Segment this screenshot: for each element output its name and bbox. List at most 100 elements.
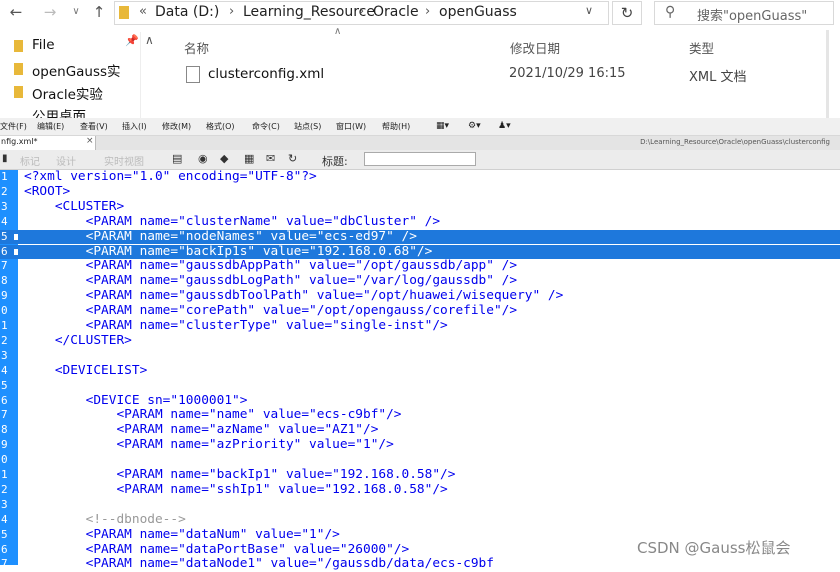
code-text: <PARAM name="backIp1" value="192.168.0.5… (24, 467, 456, 482)
file-date: 2021/10/29 16:15 (509, 66, 626, 81)
line-number: 5 (1, 229, 8, 243)
back-arrow-icon[interactable]: ← (6, 2, 26, 22)
code-line[interactable]: 6 <DEVICE sn="1000001"> (0, 393, 840, 409)
debug-icon[interactable]: ◆ (220, 152, 228, 165)
menu-insert[interactable]: 插入(I) (122, 121, 147, 132)
refresh-icon[interactable]: ↻ (612, 1, 642, 25)
breadcrumb-separator-icon: › (229, 4, 235, 19)
code-line[interactable]: 8 <PARAM name="gaussdbLogPath" value="/v… (0, 273, 840, 289)
close-icon[interactable]: × (86, 136, 94, 146)
recent-dropdown-icon[interactable]: ∨ (66, 2, 86, 22)
menu-file[interactable]: 文件(F) (0, 121, 27, 132)
code-line[interactable]: 4 <!--dbnode--> (0, 512, 840, 528)
code-line[interactable]: 9 <PARAM name="azPriority" value="1"/> (0, 437, 840, 453)
line-number: 1 (1, 468, 8, 481)
breadcrumb-drive[interactable]: Data (D:) (155, 4, 219, 20)
menu-modify[interactable]: 修改(M) (162, 121, 191, 132)
code-line[interactable]: 0 <PARAM name="corePath" value="/opt/ope… (0, 303, 840, 319)
code-view-icon[interactable]: ▮ (2, 153, 8, 164)
menu-site[interactable]: 站点(S) (294, 121, 321, 132)
layout-icon[interactable]: ▦▾ (436, 121, 449, 131)
menu-window[interactable]: 窗口(W) (336, 121, 366, 132)
column-header-date[interactable]: 修改日期 (510, 38, 560, 57)
code-line[interactable]: 6 <PARAM name="backIp1s" value="192.168.… (0, 244, 840, 260)
refresh-icon[interactable]: ↻ (288, 152, 297, 165)
inspect-icon[interactable]: ▤ (172, 152, 182, 165)
address-bar[interactable]: « Data (D:) › Learning_Resource › Oracle… (114, 1, 609, 25)
line-number: 5 (1, 527, 8, 541)
code-line[interactable]: 7 <PARAM name="gaussdbAppPath" value="/o… (0, 258, 840, 274)
split-button[interactable]: 标记 (20, 153, 40, 168)
code-line[interactable]: 2 <ROOT> (0, 184, 840, 200)
forward-arrow-icon[interactable]: → (40, 2, 60, 22)
sidebar-item-opengauss[interactable]: openGauss实 (14, 60, 121, 80)
line-number: 9 (1, 289, 8, 303)
line-number: 8 (1, 274, 8, 288)
line-number: 4 (1, 512, 8, 526)
line-number: 9 (1, 438, 8, 452)
code-line[interactable]: 1 <PARAM name="backIp1" value="192.168.0… (0, 467, 840, 483)
pin-icon[interactable]: 📌 (125, 34, 139, 47)
code-text: <?xml version="1.0" encoding="UTF-8"?> (24, 169, 317, 184)
column-header-type[interactable]: 类型 (689, 38, 714, 57)
breadcrumb-openguass[interactable]: openGuass (439, 4, 517, 20)
breadcrumb-oracle[interactable]: Oracle (373, 4, 419, 20)
code-line[interactable]: 5 <PARAM name="nodeNames" value="ecs-ed9… (0, 228, 840, 245)
code-area[interactable]: 1 <?xml version="1.0" encoding="UTF-8"?> 2… (0, 169, 840, 571)
file-row[interactable]: clusterconfig.xml 2021/10/29 16:15 XML 文… (172, 62, 822, 88)
visual-aids-icon[interactable]: ✉ (266, 152, 275, 165)
line-number: 0 (1, 304, 8, 318)
user-icon[interactable]: ♟▾ (498, 121, 511, 131)
menu-view[interactable]: 查看(V) (80, 121, 108, 132)
scroll-up-icon[interactable]: ∧ (145, 33, 154, 47)
tab-clusterconfig[interactable]: nfig.xml* × (0, 136, 96, 150)
line-number: 6 (1, 244, 8, 258)
code-text: <PARAM name="dataNum" value="1"/> (24, 526, 340, 542)
code-line[interactable]: 4 <PARAM name="clusterName" value="dbClu… (0, 214, 840, 230)
up-arrow-icon[interactable]: ↑ (89, 2, 109, 22)
line-number: 6 (1, 542, 8, 556)
column-header-name[interactable]: 名称 (184, 38, 209, 57)
code-text: <PARAM name="gaussdbAppPath" value="/opt… (24, 258, 518, 274)
address-dropdown-icon[interactable]: ∨ (585, 4, 593, 17)
code-editor-window: 文件(F) 编辑(E) 查看(V) 插入(I) 修改(M) 格式(O) 命令(C… (0, 118, 840, 571)
breadcrumb-separator-icon: › (425, 4, 431, 19)
code-line[interactable]: 3 (0, 349, 840, 364)
code-line[interactable]: 9 <PARAM name="gaussdbToolPath" value="/… (0, 288, 840, 304)
line-number: 3 (1, 497, 8, 511)
line-number: 3 (1, 199, 8, 213)
line-number: 7 (1, 408, 8, 422)
search-box[interactable]: ⚲ 搜索"openGuass" (654, 1, 834, 25)
breadcrumb-learning-resource[interactable]: Learning_Resource (243, 4, 375, 20)
code-line[interactable]: 1 <PARAM name="clusterType" value="singl… (0, 318, 840, 334)
menu-format[interactable]: 格式(O) (206, 121, 235, 132)
code-line[interactable]: 0 (0, 453, 840, 468)
title-input[interactable] (364, 152, 476, 166)
gear-icon[interactable]: ⚙▾ (468, 121, 481, 131)
view-options-icon[interactable]: ▦ (244, 152, 254, 165)
menu-edit[interactable]: 编辑(E) (37, 121, 64, 132)
design-button[interactable]: 设计 (56, 153, 76, 168)
folder-icon (119, 6, 129, 19)
code-text: <PARAM name="nodeNames" value="ecs-ed97"… (24, 228, 417, 244)
globe-icon[interactable]: ◉ (198, 152, 208, 165)
watermark: CSDN @Gauss松鼠会 (637, 539, 791, 557)
code-line[interactable]: 7 <PARAM name="name" value="ecs-c9bf"/> (0, 407, 840, 423)
menu-help[interactable]: 帮助(H) (382, 121, 410, 132)
menu-command[interactable]: 命令(C) (252, 121, 280, 132)
sidebar-item-oracle[interactable]: Oracle实验 (14, 83, 103, 103)
live-view-button[interactable]: 实时视图 (104, 153, 144, 168)
overflow-icon[interactable]: « (139, 4, 147, 19)
code-line[interactable]: 5 (0, 379, 840, 394)
code-line[interactable]: 4 <DEVICELIST> (0, 363, 840, 379)
line-number: 7 (1, 259, 8, 273)
code-line[interactable]: 8 <PARAM name="azName" value="AZ1"/> (0, 422, 840, 438)
folder-icon (14, 86, 23, 98)
code-line[interactable]: 3 <CLUSTER> (0, 199, 840, 215)
sidebar-item-public-desktop[interactable]: 公用桌面 (32, 105, 86, 118)
code-line[interactable]: 1 <?xml version="1.0" encoding="UTF-8"?> (0, 169, 840, 185)
sidebar-item-file[interactable]: File (14, 37, 55, 53)
code-line[interactable]: 2 </CLUSTER> (0, 333, 840, 349)
code-line[interactable]: 3 (0, 498, 840, 513)
code-line[interactable]: 2 <PARAM name="sshIp1" value="192.168.0.… (0, 482, 840, 498)
